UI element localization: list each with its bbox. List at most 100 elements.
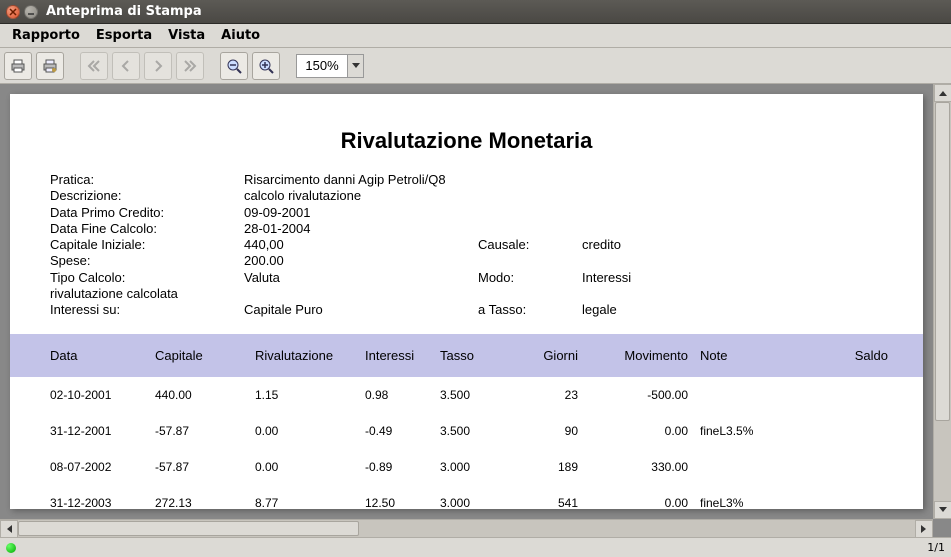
scroll-up-button[interactable] xyxy=(934,84,951,102)
minimize-window-button[interactable] xyxy=(24,5,38,19)
zoom-combo[interactable] xyxy=(296,54,364,78)
next-page-icon xyxy=(150,58,166,74)
chevron-left-icon xyxy=(6,525,12,533)
meta-label: Spese: xyxy=(50,253,240,269)
statusbar: 1/1 xyxy=(0,537,951,557)
meta-value: 28-01-2004 xyxy=(244,221,474,237)
meta-value: credito xyxy=(582,237,702,253)
first-page-button[interactable] xyxy=(80,52,108,80)
th-rivalutazione: Rivalutazione xyxy=(255,348,365,363)
cell-interessi: -0.89 xyxy=(365,460,440,474)
status-indicator-icon xyxy=(6,543,16,553)
cell-saldo xyxy=(830,496,900,509)
prev-page-button[interactable] xyxy=(112,52,140,80)
scroll-right-button[interactable] xyxy=(915,520,933,537)
table-row: 08-07-2002-57.870.00-0.893.000189330.00 xyxy=(50,449,923,485)
meta-label: rivalutazione calcolata xyxy=(50,286,240,302)
cell-note: fineL3.5% xyxy=(700,424,830,438)
scroll-track[interactable] xyxy=(934,102,951,501)
menu-rapporto[interactable]: Rapporto xyxy=(4,26,88,45)
scroll-thumb[interactable] xyxy=(18,521,359,536)
zoom-in-icon xyxy=(258,58,274,74)
meta-value: Capitale Puro xyxy=(244,302,474,318)
cell-movimento: -500.00 xyxy=(590,388,700,402)
close-window-button[interactable] xyxy=(6,5,20,19)
scroll-thumb[interactable] xyxy=(935,102,950,421)
cell-tasso: 3.000 xyxy=(440,496,505,509)
cell-tasso: 3.500 xyxy=(440,424,505,438)
meta-value: Interessi xyxy=(582,270,702,286)
cell-rivalutazione: 0.00 xyxy=(255,424,365,438)
meta-value: Valuta xyxy=(244,270,474,286)
cell-giorni: 23 xyxy=(505,388,590,402)
zoom-in-button[interactable] xyxy=(252,52,280,80)
th-interessi: Interessi xyxy=(365,348,440,363)
menu-vista[interactable]: Vista xyxy=(160,26,213,45)
zoom-out-button[interactable] xyxy=(220,52,248,80)
cell-tasso: 3.500 xyxy=(440,388,505,402)
th-saldo: Saldo xyxy=(830,348,900,363)
th-tasso: Tasso xyxy=(440,348,505,363)
last-page-icon xyxy=(182,58,198,74)
cell-saldo xyxy=(830,388,900,402)
report-meta: Pratica: Risarcimento danni Agip Petroli… xyxy=(50,172,883,318)
meta-label: Data Primo Credito: xyxy=(50,205,240,221)
cell-note xyxy=(700,388,830,402)
meta-label: Causale: xyxy=(478,237,578,253)
meta-label: Modo: xyxy=(478,270,578,286)
cell-interessi: -0.49 xyxy=(365,424,440,438)
table-row: 02-10-2001440.001.150.983.50023-500.00 xyxy=(50,377,923,413)
table-row: 31-12-2001-57.870.00-0.493.500900.00fine… xyxy=(50,413,923,449)
scroll-track[interactable] xyxy=(18,520,915,537)
report-title: Rivalutazione Monetaria xyxy=(50,128,883,154)
page-setup-button[interactable] xyxy=(36,52,64,80)
zoom-input[interactable] xyxy=(297,56,347,75)
prev-page-icon xyxy=(118,58,134,74)
cell-giorni: 541 xyxy=(505,496,590,509)
page-setup-icon xyxy=(41,57,59,75)
th-data: Data xyxy=(50,348,155,363)
titlebar: Anteprima di Stampa xyxy=(0,0,951,24)
next-page-button[interactable] xyxy=(144,52,172,80)
table-header: Data Capitale Rivalutazione Interessi Ta… xyxy=(10,334,923,377)
zoom-out-icon xyxy=(226,58,242,74)
chevron-down-icon xyxy=(352,63,360,69)
cell-interessi: 0.98 xyxy=(365,388,440,402)
horizontal-scrollbar[interactable] xyxy=(0,519,933,537)
chevron-up-icon xyxy=(939,90,947,96)
first-page-icon xyxy=(86,58,102,74)
printer-icon xyxy=(9,57,27,75)
meta-value: 09-09-2001 xyxy=(244,205,474,221)
menubar: Rapporto Esporta Vista Aiuto xyxy=(0,24,951,48)
cell-capitale: 272.13 xyxy=(155,496,255,509)
toolbar xyxy=(0,48,951,84)
menu-esporta[interactable]: Esporta xyxy=(88,26,160,45)
th-capitale: Capitale xyxy=(155,348,255,363)
cell-saldo xyxy=(830,460,900,474)
zoom-dropdown-button[interactable] xyxy=(347,55,363,77)
scroll-down-button[interactable] xyxy=(934,501,951,519)
cell-note xyxy=(700,460,830,474)
meta-value: 200.00 xyxy=(244,253,474,269)
cell-rivalutazione: 8.77 xyxy=(255,496,365,509)
window-title: Anteprima di Stampa xyxy=(46,4,202,19)
meta-value: legale xyxy=(582,302,702,318)
print-button[interactable] xyxy=(4,52,32,80)
table-body: 02-10-2001440.001.150.983.50023-500.0031… xyxy=(10,377,923,509)
cell-tasso: 3.000 xyxy=(440,460,505,474)
scroll-left-button[interactable] xyxy=(0,520,18,537)
meta-value: 440,00 xyxy=(244,237,474,253)
last-page-button[interactable] xyxy=(176,52,204,80)
cell-data: 08-07-2002 xyxy=(50,460,155,474)
chevron-right-icon xyxy=(921,525,927,533)
cell-capitale: -57.87 xyxy=(155,424,255,438)
table-row: 31-12-2003272.138.7712.503.0005410.00fin… xyxy=(50,485,923,509)
cell-capitale: 440.00 xyxy=(155,388,255,402)
meta-value: calcolo rivalutazione xyxy=(244,188,474,204)
cell-data: 02-10-2001 xyxy=(50,388,155,402)
cell-note: fineL3% xyxy=(700,496,830,509)
meta-label: a Tasso: xyxy=(478,302,578,318)
th-movimento: Movimento xyxy=(590,348,700,363)
vertical-scrollbar[interactable] xyxy=(933,84,951,519)
menu-aiuto[interactable]: Aiuto xyxy=(213,26,268,45)
